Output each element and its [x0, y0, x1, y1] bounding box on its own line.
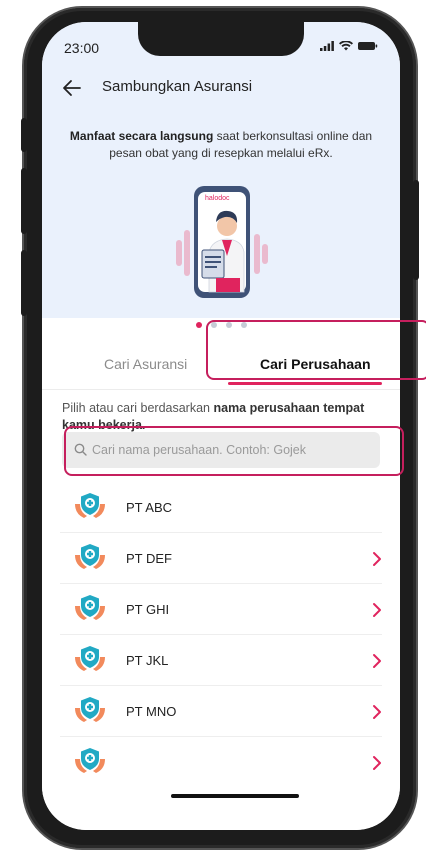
insurance-shield-icon: [75, 646, 105, 671]
company-name: PT GHI: [126, 602, 170, 617]
bottom-area: [42, 782, 400, 830]
company-row-mno[interactable]: PT MNO: [60, 686, 382, 737]
carousel-dot-3[interactable]: [225, 322, 232, 328]
active-tab-indicator: [228, 382, 382, 385]
page-title: Sambungkan Asuransi: [102, 78, 253, 95]
tab-cari-perusahaan[interactable]: Cari Perusahaan: [260, 356, 371, 372]
hero-description: Manfaat secara langsung saat berkonsulta…: [62, 128, 380, 162]
volume-up-button: [21, 168, 27, 234]
chevron-right-icon: [373, 654, 381, 668]
search-box[interactable]: [62, 432, 380, 468]
company-name: PT ABC: [126, 500, 173, 515]
carousel-dot-1[interactable]: [195, 322, 202, 328]
silent-switch: [21, 118, 27, 152]
tab-bar: Cari Asuransi Cari Perusahaan: [42, 342, 400, 390]
volume-down-button: [21, 250, 27, 316]
carousel-dots: [42, 322, 400, 330]
chevron-right-icon: [373, 603, 381, 617]
search-input[interactable]: [92, 432, 372, 468]
insurance-shield-icon: [75, 748, 105, 773]
instruction-text: Pilih atau cari berdasarkan nama perusah…: [62, 400, 382, 434]
company-row-jkl[interactable]: PT JKL: [60, 635, 382, 686]
chevron-right-icon: [373, 756, 381, 770]
company-name: PT MNO: [126, 704, 177, 719]
carousel-dot-4[interactable]: [240, 322, 247, 328]
hero-description-bold: Manfaat secara langsung: [69, 129, 214, 143]
chevron-right-icon: [373, 705, 381, 719]
instruction-plain: Pilih atau cari berdasarkan: [62, 401, 214, 415]
status-icons: [320, 41, 378, 51]
home-indicator[interactable]: [171, 794, 299, 798]
company-name: PT DEF: [126, 551, 172, 566]
insurance-shield-icon: [75, 697, 105, 722]
company-row-partial[interactable]: [60, 737, 382, 788]
notch: [138, 22, 304, 56]
back-arrow-icon[interactable]: [62, 79, 82, 97]
status-time: 23:00: [64, 40, 100, 56]
company-row-ghi[interactable]: PT GHI: [60, 584, 382, 635]
company-name: PT JKL: [126, 653, 169, 668]
halodoc-logo: halodoc: [205, 195, 230, 202]
battery-icon: [358, 42, 378, 50]
company-row-def[interactable]: PT DEF: [60, 533, 382, 584]
company-row-abc[interactable]: PT ABC: [60, 482, 382, 533]
wifi-icon: [339, 41, 353, 51]
tab-cari-asuransi[interactable]: Cari Asuransi: [104, 356, 187, 372]
insurance-shield-icon: [75, 544, 105, 569]
company-list: PT ABC PT DEF PT GHI PT JKL PT MNO: [42, 482, 400, 788]
search-icon: [74, 443, 87, 456]
carousel-dot-2[interactable]: [210, 322, 217, 328]
insurance-shield-icon: [75, 493, 105, 518]
power-button: [413, 180, 419, 280]
signal-icon: [320, 41, 334, 51]
phone-screen: 23:00 Sambungkan Asuransi Manfaat secara…: [42, 22, 400, 830]
chevron-right-icon: [373, 552, 381, 566]
insurance-shield-icon: [75, 595, 105, 620]
tab-divider: [42, 389, 400, 390]
app-bar: Sambungkan Asuransi: [42, 74, 400, 102]
